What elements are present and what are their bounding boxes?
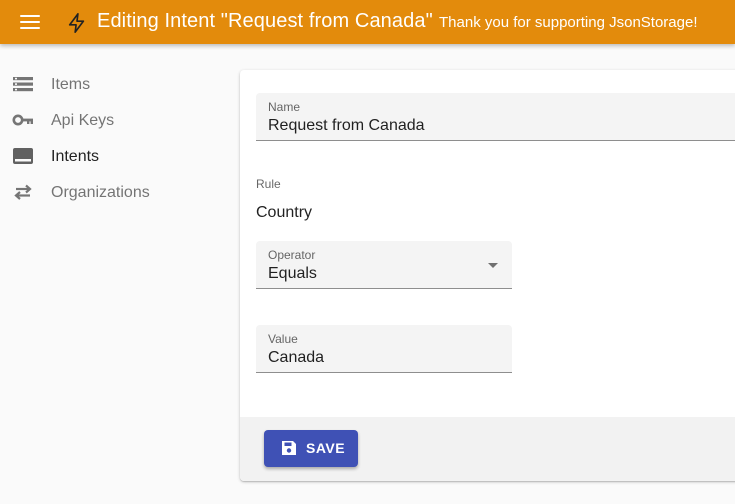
name-field[interactable]: Name Request from Canada [256,93,735,141]
sidebar-item-label: Items [51,76,91,93]
name-field-label: Name [268,100,301,114]
sidebar-item-intents[interactable]: Intents [0,138,230,174]
value-field-value: Canada [268,349,325,366]
hamburger-menu-icon[interactable] [20,12,42,32]
key-icon [12,114,33,126]
operator-select-value: Equals [268,265,317,282]
sidebar-item-label: Organizations [51,184,150,201]
sidebar-item-organizations[interactable]: Organizations [0,174,230,210]
save-button[interactable]: SAVE [264,430,358,467]
rule-value: Country [256,204,313,221]
sidebar-item-label: Intents [51,148,100,165]
floppy-disk-icon [282,441,296,455]
intent-form-card: Name Request from Canada Rule Country Op… [240,70,735,481]
sidebar: Items Api Keys Intents Organizations [0,66,230,210]
sidebar-item-api-keys[interactable]: Api Keys [0,102,230,138]
rule-label: Rule [256,177,281,191]
operator-select[interactable]: Operator Equals [256,241,512,289]
value-field[interactable]: Value Canada [256,325,512,373]
intent-icon [13,148,33,164]
sidebar-item-items[interactable]: Items [0,66,230,102]
app-subtitle: Thank you for supporting JsonStorage! [439,14,698,31]
value-field-label: Value [268,332,298,346]
lightning-bolt-icon [68,13,85,33]
dropdown-arrow-icon[interactable] [488,263,498,268]
app-bar: Editing Intent "Request from Canada" Tha… [0,0,735,44]
save-button-label: SAVE [306,440,346,456]
operator-select-label: Operator [268,248,316,262]
name-field-value: Request from Canada [268,117,425,134]
card-actions: SAVE [240,417,735,481]
swap-icon [14,184,32,200]
sidebar-item-label: Api Keys [51,112,115,129]
list-icon [13,77,33,92]
page-title: Editing Intent "Request from Canada" [97,10,433,32]
